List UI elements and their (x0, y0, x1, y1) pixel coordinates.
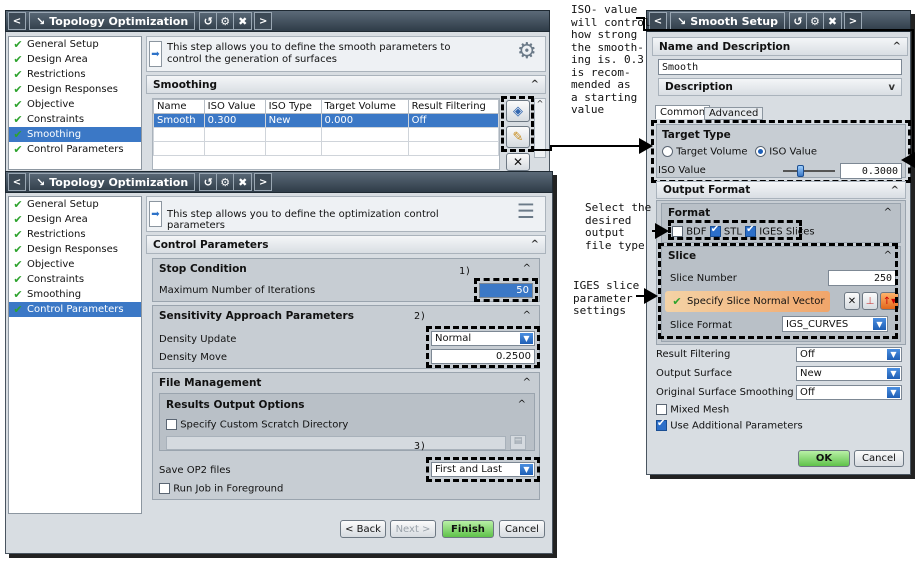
annotation-arrows (534, 17, 915, 304)
arrow-iso-annotation (636, 17, 915, 168)
arrow-edit-to-target (534, 138, 653, 154)
